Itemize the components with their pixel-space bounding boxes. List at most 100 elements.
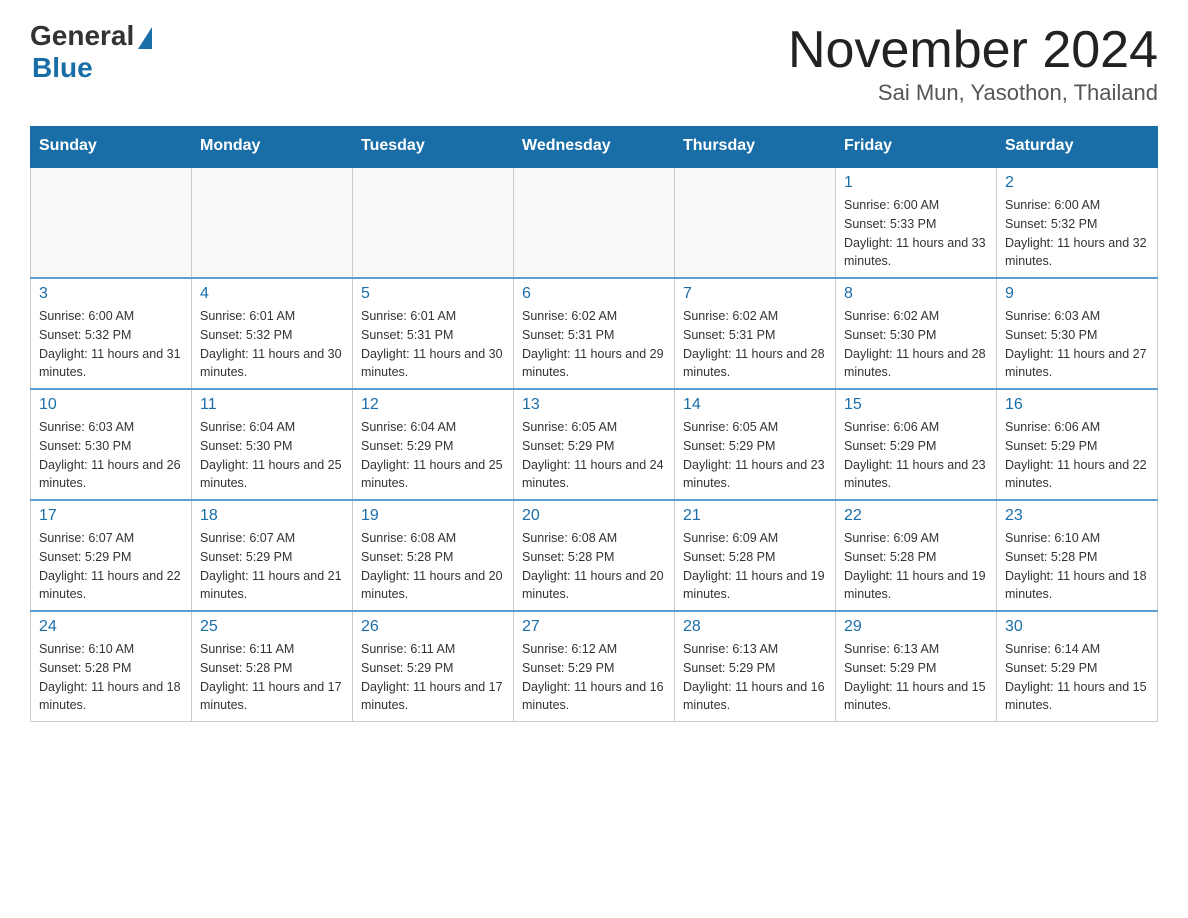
calendar-cell: 2 Sunrise: 6:00 AM Sunset: 5:32 PM Daylig… (997, 167, 1158, 279)
calendar-cell: 6 Sunrise: 6:02 AM Sunset: 5:31 PM Daylig… (514, 278, 675, 389)
day-info: Sunrise: 6:00 AM Sunset: 5:33 PM Dayligh… (844, 196, 988, 271)
day-info: Sunrise: 6:02 AM Sunset: 5:31 PM Dayligh… (683, 307, 827, 382)
calendar-week-row: 24 Sunrise: 6:10 AM Sunset: 5:28 PM Dayli… (31, 611, 1158, 722)
day-number: 11 (200, 396, 344, 414)
day-info: Sunrise: 6:07 AM Sunset: 5:29 PM Dayligh… (200, 529, 344, 604)
day-number: 3 (39, 285, 183, 303)
day-info: Sunrise: 6:00 AM Sunset: 5:32 PM Dayligh… (39, 307, 183, 382)
day-info: Sunrise: 6:03 AM Sunset: 5:30 PM Dayligh… (39, 418, 183, 493)
calendar-cell: 21 Sunrise: 6:09 AM Sunset: 5:28 PM Dayli… (675, 500, 836, 611)
calendar-cell: 13Sunrise: 6:05 AM Sunset: 5:29 PM Dayli… (514, 389, 675, 500)
calendar-cell: 23 Sunrise: 6:10 AM Sunset: 5:28 PM Dayli… (997, 500, 1158, 611)
day-number: 17 (39, 507, 183, 525)
day-number: 2 (1005, 174, 1149, 192)
day-number: 28 (683, 618, 827, 636)
calendar-cell (514, 167, 675, 279)
calendar-cell: 16 Sunrise: 6:06 AM Sunset: 5:29 PM Dayli… (997, 389, 1158, 500)
day-info: Sunrise: 6:10 AM Sunset: 5:28 PM Dayligh… (39, 640, 183, 715)
calendar-cell: 5 Sunrise: 6:01 AM Sunset: 5:31 PM Daylig… (353, 278, 514, 389)
day-info: Sunrise: 6:01 AM Sunset: 5:32 PM Dayligh… (200, 307, 344, 382)
weekday-header: Friday (836, 127, 997, 167)
calendar-week-row: 10 Sunrise: 6:03 AM Sunset: 5:30 PM Dayli… (31, 389, 1158, 500)
day-info: Sunrise: 6:13 AM Sunset: 5:29 PM Dayligh… (683, 640, 827, 715)
day-number: 14 (683, 396, 827, 414)
day-number: 23 (1005, 507, 1149, 525)
day-info: Sunrise: 6:11 AM Sunset: 5:28 PM Dayligh… (200, 640, 344, 715)
weekday-header: Thursday (675, 127, 836, 167)
calendar-table: SundayMondayTuesdayWednesdayThursdayFrid… (30, 126, 1158, 722)
day-info: Sunrise: 6:09 AM Sunset: 5:28 PM Dayligh… (683, 529, 827, 604)
day-number: 16 (1005, 396, 1149, 414)
calendar-cell: 11 Sunrise: 6:04 AM Sunset: 5:30 PM Dayli… (192, 389, 353, 500)
day-info: Sunrise: 6:00 AM Sunset: 5:32 PM Dayligh… (1005, 196, 1149, 271)
calendar-cell: 1 Sunrise: 6:00 AM Sunset: 5:33 PM Daylig… (836, 167, 997, 279)
day-number: 18 (200, 507, 344, 525)
day-info: Sunrise: 6:06 AM Sunset: 5:29 PM Dayligh… (1005, 418, 1149, 493)
calendar-cell (192, 167, 353, 279)
day-number: 24 (39, 618, 183, 636)
logo-triangle-icon (138, 27, 152, 49)
calendar-cell (675, 167, 836, 279)
weekday-header: Sunday (31, 127, 192, 167)
weekday-header: Saturday (997, 127, 1158, 167)
title-section: November 2024 Sai Mun, Yasothon, Thailan… (788, 20, 1158, 106)
day-number: 26 (361, 618, 505, 636)
calendar-header-row: SundayMondayTuesdayWednesdayThursdayFrid… (31, 127, 1158, 167)
calendar-cell: 4Sunrise: 6:01 AM Sunset: 5:32 PM Daylig… (192, 278, 353, 389)
day-info: Sunrise: 6:13 AM Sunset: 5:29 PM Dayligh… (844, 640, 988, 715)
day-info: Sunrise: 6:12 AM Sunset: 5:29 PM Dayligh… (522, 640, 666, 715)
day-info: Sunrise: 6:02 AM Sunset: 5:31 PM Dayligh… (522, 307, 666, 382)
calendar-cell: 18 Sunrise: 6:07 AM Sunset: 5:29 PM Dayli… (192, 500, 353, 611)
day-info: Sunrise: 6:02 AM Sunset: 5:30 PM Dayligh… (844, 307, 988, 382)
calendar-cell: 29Sunrise: 6:13 AM Sunset: 5:29 PM Dayli… (836, 611, 997, 722)
day-number: 19 (361, 507, 505, 525)
day-info: Sunrise: 6:06 AM Sunset: 5:29 PM Dayligh… (844, 418, 988, 493)
day-number: 15 (844, 396, 988, 414)
calendar-cell: 8Sunrise: 6:02 AM Sunset: 5:30 PM Daylig… (836, 278, 997, 389)
day-info: Sunrise: 6:04 AM Sunset: 5:30 PM Dayligh… (200, 418, 344, 493)
calendar-cell: 3 Sunrise: 6:00 AM Sunset: 5:32 PM Daylig… (31, 278, 192, 389)
day-info: Sunrise: 6:04 AM Sunset: 5:29 PM Dayligh… (361, 418, 505, 493)
day-number: 13 (522, 396, 666, 414)
calendar-cell: 26Sunrise: 6:11 AM Sunset: 5:29 PM Dayli… (353, 611, 514, 722)
day-info: Sunrise: 6:14 AM Sunset: 5:29 PM Dayligh… (1005, 640, 1149, 715)
subtitle: Sai Mun, Yasothon, Thailand (788, 80, 1158, 106)
day-number: 10 (39, 396, 183, 414)
calendar-cell (353, 167, 514, 279)
logo: General Blue (30, 20, 152, 84)
calendar-week-row: 1 Sunrise: 6:00 AM Sunset: 5:33 PM Daylig… (31, 167, 1158, 279)
day-number: 7 (683, 285, 827, 303)
weekday-header: Wednesday (514, 127, 675, 167)
calendar-cell: 14 Sunrise: 6:05 AM Sunset: 5:29 PM Dayli… (675, 389, 836, 500)
day-number: 5 (361, 285, 505, 303)
day-number: 1 (844, 174, 988, 192)
weekday-header: Monday (192, 127, 353, 167)
day-number: 21 (683, 507, 827, 525)
day-info: Sunrise: 6:10 AM Sunset: 5:28 PM Dayligh… (1005, 529, 1149, 604)
day-info: Sunrise: 6:08 AM Sunset: 5:28 PM Dayligh… (522, 529, 666, 604)
weekday-header: Tuesday (353, 127, 514, 167)
day-number: 6 (522, 285, 666, 303)
calendar-cell: 28 Sunrise: 6:13 AM Sunset: 5:29 PM Dayli… (675, 611, 836, 722)
page-header: General Blue November 2024 Sai Mun, Yaso… (30, 20, 1158, 106)
day-info: Sunrise: 6:03 AM Sunset: 5:30 PM Dayligh… (1005, 307, 1149, 382)
day-number: 12 (361, 396, 505, 414)
day-info: Sunrise: 6:01 AM Sunset: 5:31 PM Dayligh… (361, 307, 505, 382)
calendar-cell (31, 167, 192, 279)
day-info: Sunrise: 6:07 AM Sunset: 5:29 PM Dayligh… (39, 529, 183, 604)
day-number: 25 (200, 618, 344, 636)
day-number: 22 (844, 507, 988, 525)
calendar-cell: 17 Sunrise: 6:07 AM Sunset: 5:29 PM Dayli… (31, 500, 192, 611)
day-info: Sunrise: 6:09 AM Sunset: 5:28 PM Dayligh… (844, 529, 988, 604)
calendar-cell: 9Sunrise: 6:03 AM Sunset: 5:30 PM Daylig… (997, 278, 1158, 389)
day-number: 30 (1005, 618, 1149, 636)
calendar-cell: 30 Sunrise: 6:14 AM Sunset: 5:29 PM Dayli… (997, 611, 1158, 722)
calendar-cell: 24 Sunrise: 6:10 AM Sunset: 5:28 PM Dayli… (31, 611, 192, 722)
day-info: Sunrise: 6:05 AM Sunset: 5:29 PM Dayligh… (683, 418, 827, 493)
day-number: 27 (522, 618, 666, 636)
calendar-cell: 25 Sunrise: 6:11 AM Sunset: 5:28 PM Dayli… (192, 611, 353, 722)
day-number: 20 (522, 507, 666, 525)
day-info: Sunrise: 6:08 AM Sunset: 5:28 PM Dayligh… (361, 529, 505, 604)
calendar-cell: 15 Sunrise: 6:06 AM Sunset: 5:29 PM Dayli… (836, 389, 997, 500)
calendar-week-row: 17 Sunrise: 6:07 AM Sunset: 5:29 PM Dayli… (31, 500, 1158, 611)
